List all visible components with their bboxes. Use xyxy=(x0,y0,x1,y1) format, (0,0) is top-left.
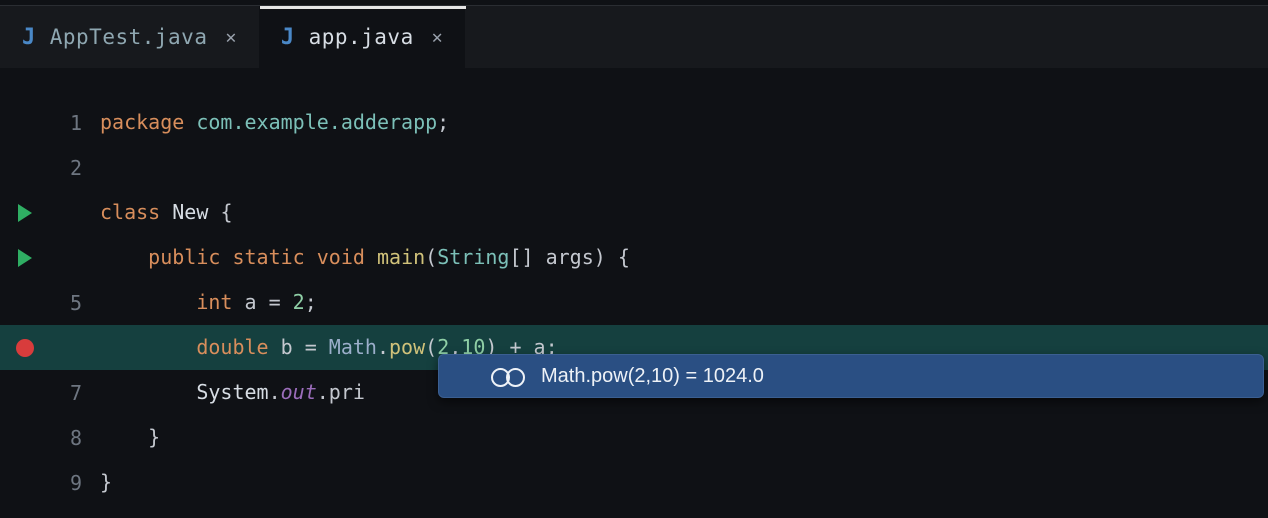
punct: } xyxy=(100,470,112,494)
line-number: 2 xyxy=(50,156,82,180)
code-line[interactable]: 2 xyxy=(0,145,1268,190)
close-icon[interactable]: ✕ xyxy=(428,27,447,48)
keyword: public xyxy=(148,245,220,269)
java-file-icon: J xyxy=(22,25,36,50)
punct: ( xyxy=(425,335,437,359)
line-number: 9 xyxy=(50,471,82,495)
code-line[interactable]: 1 package com.example.adderapp; xyxy=(0,100,1268,145)
punct: ) { xyxy=(594,245,630,269)
code-line[interactable]: class New { xyxy=(0,190,1268,235)
number-literal: 2 xyxy=(293,290,305,314)
punct: . xyxy=(269,380,281,404)
method-call: pow xyxy=(389,335,425,359)
keyword: package xyxy=(100,110,184,134)
code-line[interactable]: 5 int a = 2; xyxy=(0,280,1268,325)
line-number: 8 xyxy=(50,426,82,450)
keyword: void xyxy=(317,245,365,269)
keyword: double xyxy=(196,335,268,359)
line-number: 5 xyxy=(50,291,82,315)
glasses-icon xyxy=(491,368,525,384)
code-text: b = xyxy=(269,335,329,359)
class-name: New xyxy=(172,200,208,224)
code-line[interactable]: 8 } xyxy=(0,415,1268,460)
tab-apptest[interactable]: J AppTest.java ✕ xyxy=(0,6,259,68)
class-ref: Math xyxy=(329,335,377,359)
tab-label: app.java xyxy=(309,25,414,49)
line-number: 7 xyxy=(50,381,82,405)
code-line[interactable]: public static void main(String[] args) { xyxy=(0,235,1268,280)
close-icon[interactable]: ✕ xyxy=(221,27,240,48)
punct: . xyxy=(377,335,389,359)
code-line[interactable]: 9 } xyxy=(0,460,1268,505)
code-editor[interactable]: 1 package com.example.adderapp; 2 class … xyxy=(0,68,1268,505)
punct: ; xyxy=(305,290,317,314)
type: String xyxy=(437,245,509,269)
class-ref: System xyxy=(196,380,268,404)
code-text: pri xyxy=(329,380,365,404)
keyword: class xyxy=(100,200,160,224)
run-icon[interactable] xyxy=(18,204,32,222)
editor-tab-bar: J AppTest.java ✕ J app.java ✕ xyxy=(0,6,1268,68)
param: args xyxy=(546,245,594,269)
method-name: main xyxy=(377,245,425,269)
punct: { xyxy=(220,200,232,224)
line-number: 1 xyxy=(50,111,82,135)
punct: ; xyxy=(437,110,449,134)
breakpoint-icon[interactable] xyxy=(16,339,34,357)
tab-label: AppTest.java xyxy=(50,25,208,49)
punct: } xyxy=(148,425,160,449)
tab-app[interactable]: J app.java ✕ xyxy=(259,6,465,68)
punct: . xyxy=(317,380,329,404)
keyword: static xyxy=(232,245,304,269)
java-file-icon: J xyxy=(281,25,295,50)
package-name: com.example.adderapp xyxy=(196,110,437,134)
punct: [] xyxy=(509,245,533,269)
debug-value-text: Math.pow(2,10) = 1024.0 xyxy=(541,365,764,388)
keyword: int xyxy=(196,290,232,314)
code-text: a = xyxy=(232,290,292,314)
active-tab-indicator xyxy=(260,6,466,9)
debug-value-tooltip[interactable]: Math.pow(2,10) = 1024.0 xyxy=(438,354,1264,398)
run-icon[interactable] xyxy=(18,249,32,267)
punct: ( xyxy=(425,245,437,269)
field-ref: out xyxy=(281,380,317,404)
